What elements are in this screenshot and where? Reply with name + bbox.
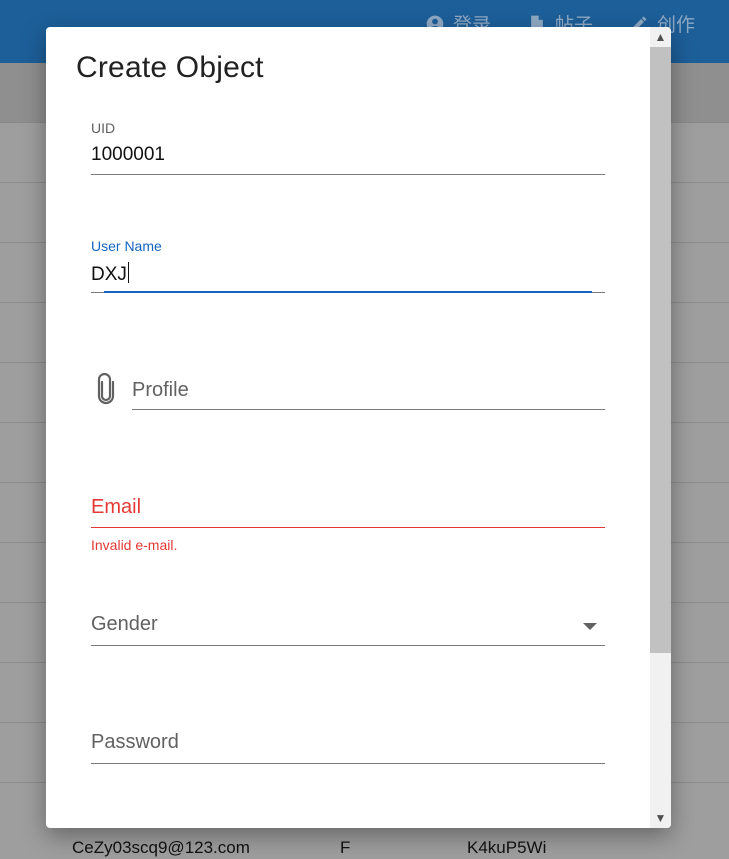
cell-password: K4kuP5Wi	[467, 838, 547, 857]
email-error-message: Invalid e-mail.	[91, 537, 178, 553]
cell-gender: F	[340, 838, 351, 857]
uid-field[interactable]: UID 1000001	[91, 120, 605, 176]
password-field[interactable]: Password	[91, 728, 605, 768]
scroll-down-icon[interactable]: ▼	[650, 808, 671, 828]
profile-field[interactable]: Profile	[91, 367, 605, 411]
paperclip-icon[interactable]	[95, 373, 117, 405]
user-name-label: User Name	[91, 238, 162, 254]
password-placeholder: Password	[91, 731, 179, 753]
uid-label: UID	[91, 120, 116, 136]
cell-email: CeZy03scq9@123.com	[72, 838, 250, 857]
user-name-field[interactable]: User Name DXJ	[91, 238, 605, 294]
email-field[interactable]: Email Invalid e-mail.	[91, 492, 605, 572]
user-name-value: DXJ	[91, 264, 127, 285]
dropdown-arrow-icon[interactable]	[583, 623, 597, 630]
uid-underline	[91, 174, 605, 175]
scroll-up-icon[interactable]: ▲	[650, 27, 671, 47]
text-caret	[127, 262, 129, 283]
profile-underline	[132, 409, 605, 410]
create-object-dialog: Create Object UID 1000001 User Name DXJ …	[46, 27, 671, 828]
profile-placeholder: Profile	[132, 379, 189, 401]
email-underline	[91, 527, 605, 528]
user-name-focus-underline	[104, 291, 592, 293]
email-placeholder: Email	[91, 496, 142, 518]
uid-input[interactable]: 1000001	[91, 144, 165, 166]
dialog-title: Create Object	[76, 51, 264, 84]
user-name-input[interactable]: DXJ	[91, 262, 129, 286]
gender-placeholder: Gender	[91, 613, 158, 635]
gender-select[interactable]: Gender	[91, 611, 605, 651]
dialog-scrollbar[interactable]: ▲ ▼	[650, 27, 671, 828]
table-row: CeZy03scq9@123.com F K4kuP5Wi	[0, 828, 729, 859]
password-underline	[91, 763, 605, 764]
scrollbar-thumb[interactable]	[650, 47, 671, 653]
gender-underline	[91, 645, 605, 646]
